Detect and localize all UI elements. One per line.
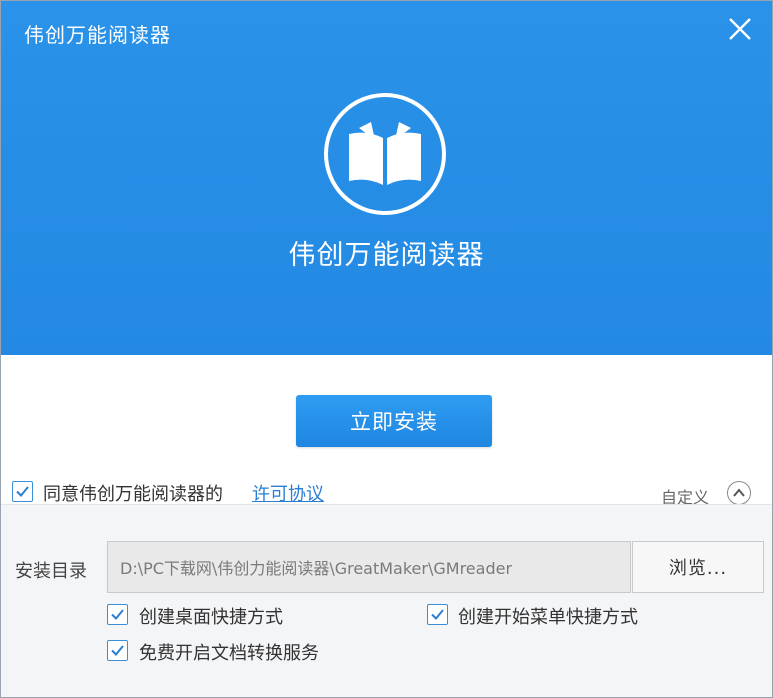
collapse-options-button[interactable]: [727, 481, 751, 505]
license-agreement-link[interactable]: 许可协议: [252, 480, 324, 506]
doc-conversion-service-checkbox[interactable]: [107, 640, 128, 661]
start-menu-shortcut-checkbox[interactable]: [427, 604, 448, 625]
desktop-shortcut-label: 创建桌面快捷方式: [139, 607, 283, 628]
install-options-panel: [1, 504, 772, 697]
install-dir-label: 安装目录: [15, 561, 87, 582]
agreement-text: 同意伟创万能阅读器的: [43, 484, 223, 505]
header-banner: 伟创万能阅读器 伟创万能阅读器: [1, 1, 772, 355]
close-icon: [729, 18, 751, 40]
checkmark-icon: [16, 486, 29, 497]
close-button[interactable]: [723, 12, 757, 46]
browse-button[interactable]: 浏览...: [632, 541, 764, 593]
doc-conversion-service-label: 免费开启文档转换服务: [139, 643, 319, 664]
start-menu-shortcut-label: 创建开始菜单快捷方式: [458, 607, 638, 628]
agree-checkbox[interactable]: [12, 481, 33, 502]
desktop-shortcut-checkbox[interactable]: [107, 604, 128, 625]
app-logo: [324, 93, 446, 215]
app-name: 伟创万能阅读器: [288, 240, 485, 271]
install-now-button[interactable]: 立即安装: [296, 395, 492, 447]
checkmark-icon: [431, 609, 444, 620]
install-dir-field[interactable]: D:\PC下载网\伟创力能阅读器\GreatMaker\GMreader: [107, 541, 631, 593]
window-title: 伟创万能阅读器: [24, 23, 171, 47]
installer-window: 伟创万能阅读器 伟创万能阅读器 立即安装 同意伟创万能阅读器的 许可协议 自定义: [0, 0, 773, 698]
checkmark-icon: [111, 609, 124, 620]
checkmark-icon: [111, 645, 124, 656]
chevron-up-icon: [733, 488, 745, 497]
open-book-icon: [349, 122, 421, 185]
